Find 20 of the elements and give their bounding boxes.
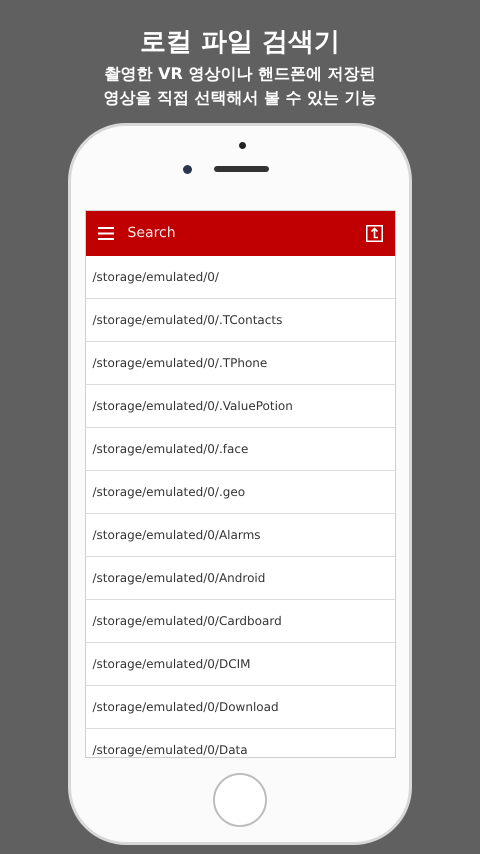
app-bar-title: Search bbox=[128, 224, 177, 243]
subtitle-line: 영상을 직접 선택해서 볼 수 있는 기능 bbox=[103, 87, 377, 109]
folder-path-item[interactable]: /storage/emulated/0/.ValuePotion bbox=[86, 385, 394, 428]
folder-path-item[interactable]: /storage/emulated/0/.TContacts bbox=[86, 299, 394, 342]
folder-path-item[interactable]: /storage/emulated/0/DCIM bbox=[86, 643, 394, 686]
upload-icon[interactable] bbox=[366, 225, 382, 242]
front-camera bbox=[183, 165, 192, 174]
folder-path-item[interactable]: /storage/emulated/0/ bbox=[86, 256, 394, 299]
folder-path-item[interactable]: /storage/emulated/0/Android bbox=[86, 557, 394, 600]
headline: 로컬 파일 검색기 bbox=[140, 26, 340, 58]
folder-path-item[interactable]: /storage/emulated/0/.face bbox=[86, 428, 394, 471]
folder-path-item[interactable]: /storage/emulated/0/.geo bbox=[86, 471, 394, 514]
folder-path-item[interactable]: /storage/emulated/0/Cardboard bbox=[86, 600, 394, 643]
folder-path-item[interactable]: /storage/emulated/0/.TPhone bbox=[86, 342, 394, 385]
folder-path-item[interactable]: /storage/emulated/0/Alarms bbox=[86, 514, 394, 557]
menu-icon[interactable] bbox=[98, 227, 114, 240]
subtitle-line: 촬영한 VR 영상이나 핸드폰에 저장된 bbox=[104, 63, 376, 85]
folder-path-item[interactable]: /storage/emulated/0/Download bbox=[86, 686, 394, 729]
folder-path-item[interactable]: /storage/emulated/0/Data bbox=[86, 729, 394, 757]
speaker-grille bbox=[214, 166, 269, 172]
